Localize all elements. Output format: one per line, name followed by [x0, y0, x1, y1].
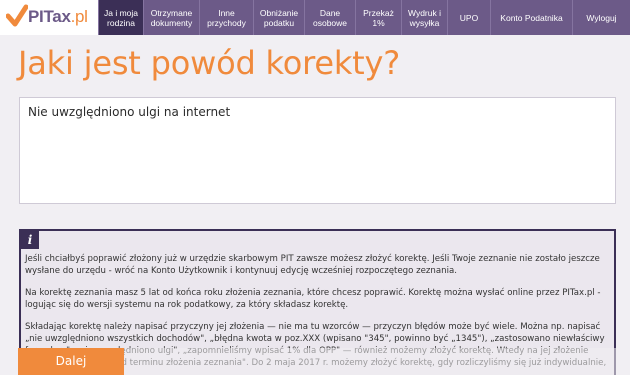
nav-item-label: UPO: [459, 12, 479, 23]
nav-item-obnizanie-podatku[interactable]: Obniżanie podatku: [253, 0, 304, 35]
info-panel-header: i: [21, 231, 614, 249]
nav-item-przekaz-1-procent[interactable]: Przekaż 1%: [355, 0, 401, 35]
brand-suffix: .pl: [70, 7, 88, 26]
nav-item-label: Inne przychody: [207, 7, 246, 28]
nav-item-dane-osobowe[interactable]: Dane osobowe: [304, 0, 355, 35]
info-paragraph: Jeśli chciałbyś poprawić złożony już w u…: [25, 254, 600, 276]
nav-item-label: Wyloguj: [586, 12, 617, 23]
nav-item-label: Otrzymane dokumenty: [150, 7, 193, 28]
nav-item-wydruk-i-wysylka[interactable]: Wydruk i wysyłka: [401, 0, 447, 35]
nav-item-label: Przekaż 1%: [363, 7, 394, 28]
info-paragraph: Na korektę zeznania masz 5 lat od końca …: [25, 288, 601, 310]
nav-item-label: Obniżanie podatku: [259, 7, 299, 28]
correction-reason-field[interactable]: Nie uwzględniono ulgi na internet: [19, 97, 616, 204]
nav-item-inne-przychody[interactable]: Inne przychody: [199, 0, 253, 35]
page-title: Jaki jest powód korekty?: [18, 44, 401, 82]
top-navigation-bar: PITax.pl Ja i moja rodzina Otrzymane dok…: [0, 0, 630, 35]
info-icon: i: [21, 231, 39, 249]
next-button[interactable]: Dalej: [18, 348, 124, 375]
checkmark-logo-icon: [6, 4, 28, 27]
nav-item-ja-i-moja-rodzina[interactable]: Ja i moja rodzina: [98, 0, 143, 35]
brand-name: PITax: [28, 7, 71, 26]
nav-item-label: Ja i moja rodzina: [103, 7, 138, 28]
logo[interactable]: PITax.pl: [0, 0, 98, 35]
nav-item-label: Dane osobowe: [312, 7, 348, 28]
nav-item-konto-podatnika[interactable]: Konto Podatnika: [490, 0, 572, 35]
main-nav: Ja i moja rodzina Otrzymane dokumenty In…: [98, 0, 630, 35]
nav-item-otrzymane-dokumenty[interactable]: Otrzymane dokumenty: [143, 0, 199, 35]
nav-item-label: Wydruk i wysyłka: [408, 7, 441, 28]
nav-item-label: Konto Podatnika: [500, 12, 563, 23]
nav-item-wyloguj[interactable]: Wyloguj: [572, 0, 630, 35]
logo-text: PITax.pl: [28, 7, 88, 27]
nav-item-upo[interactable]: UPO: [447, 0, 490, 35]
